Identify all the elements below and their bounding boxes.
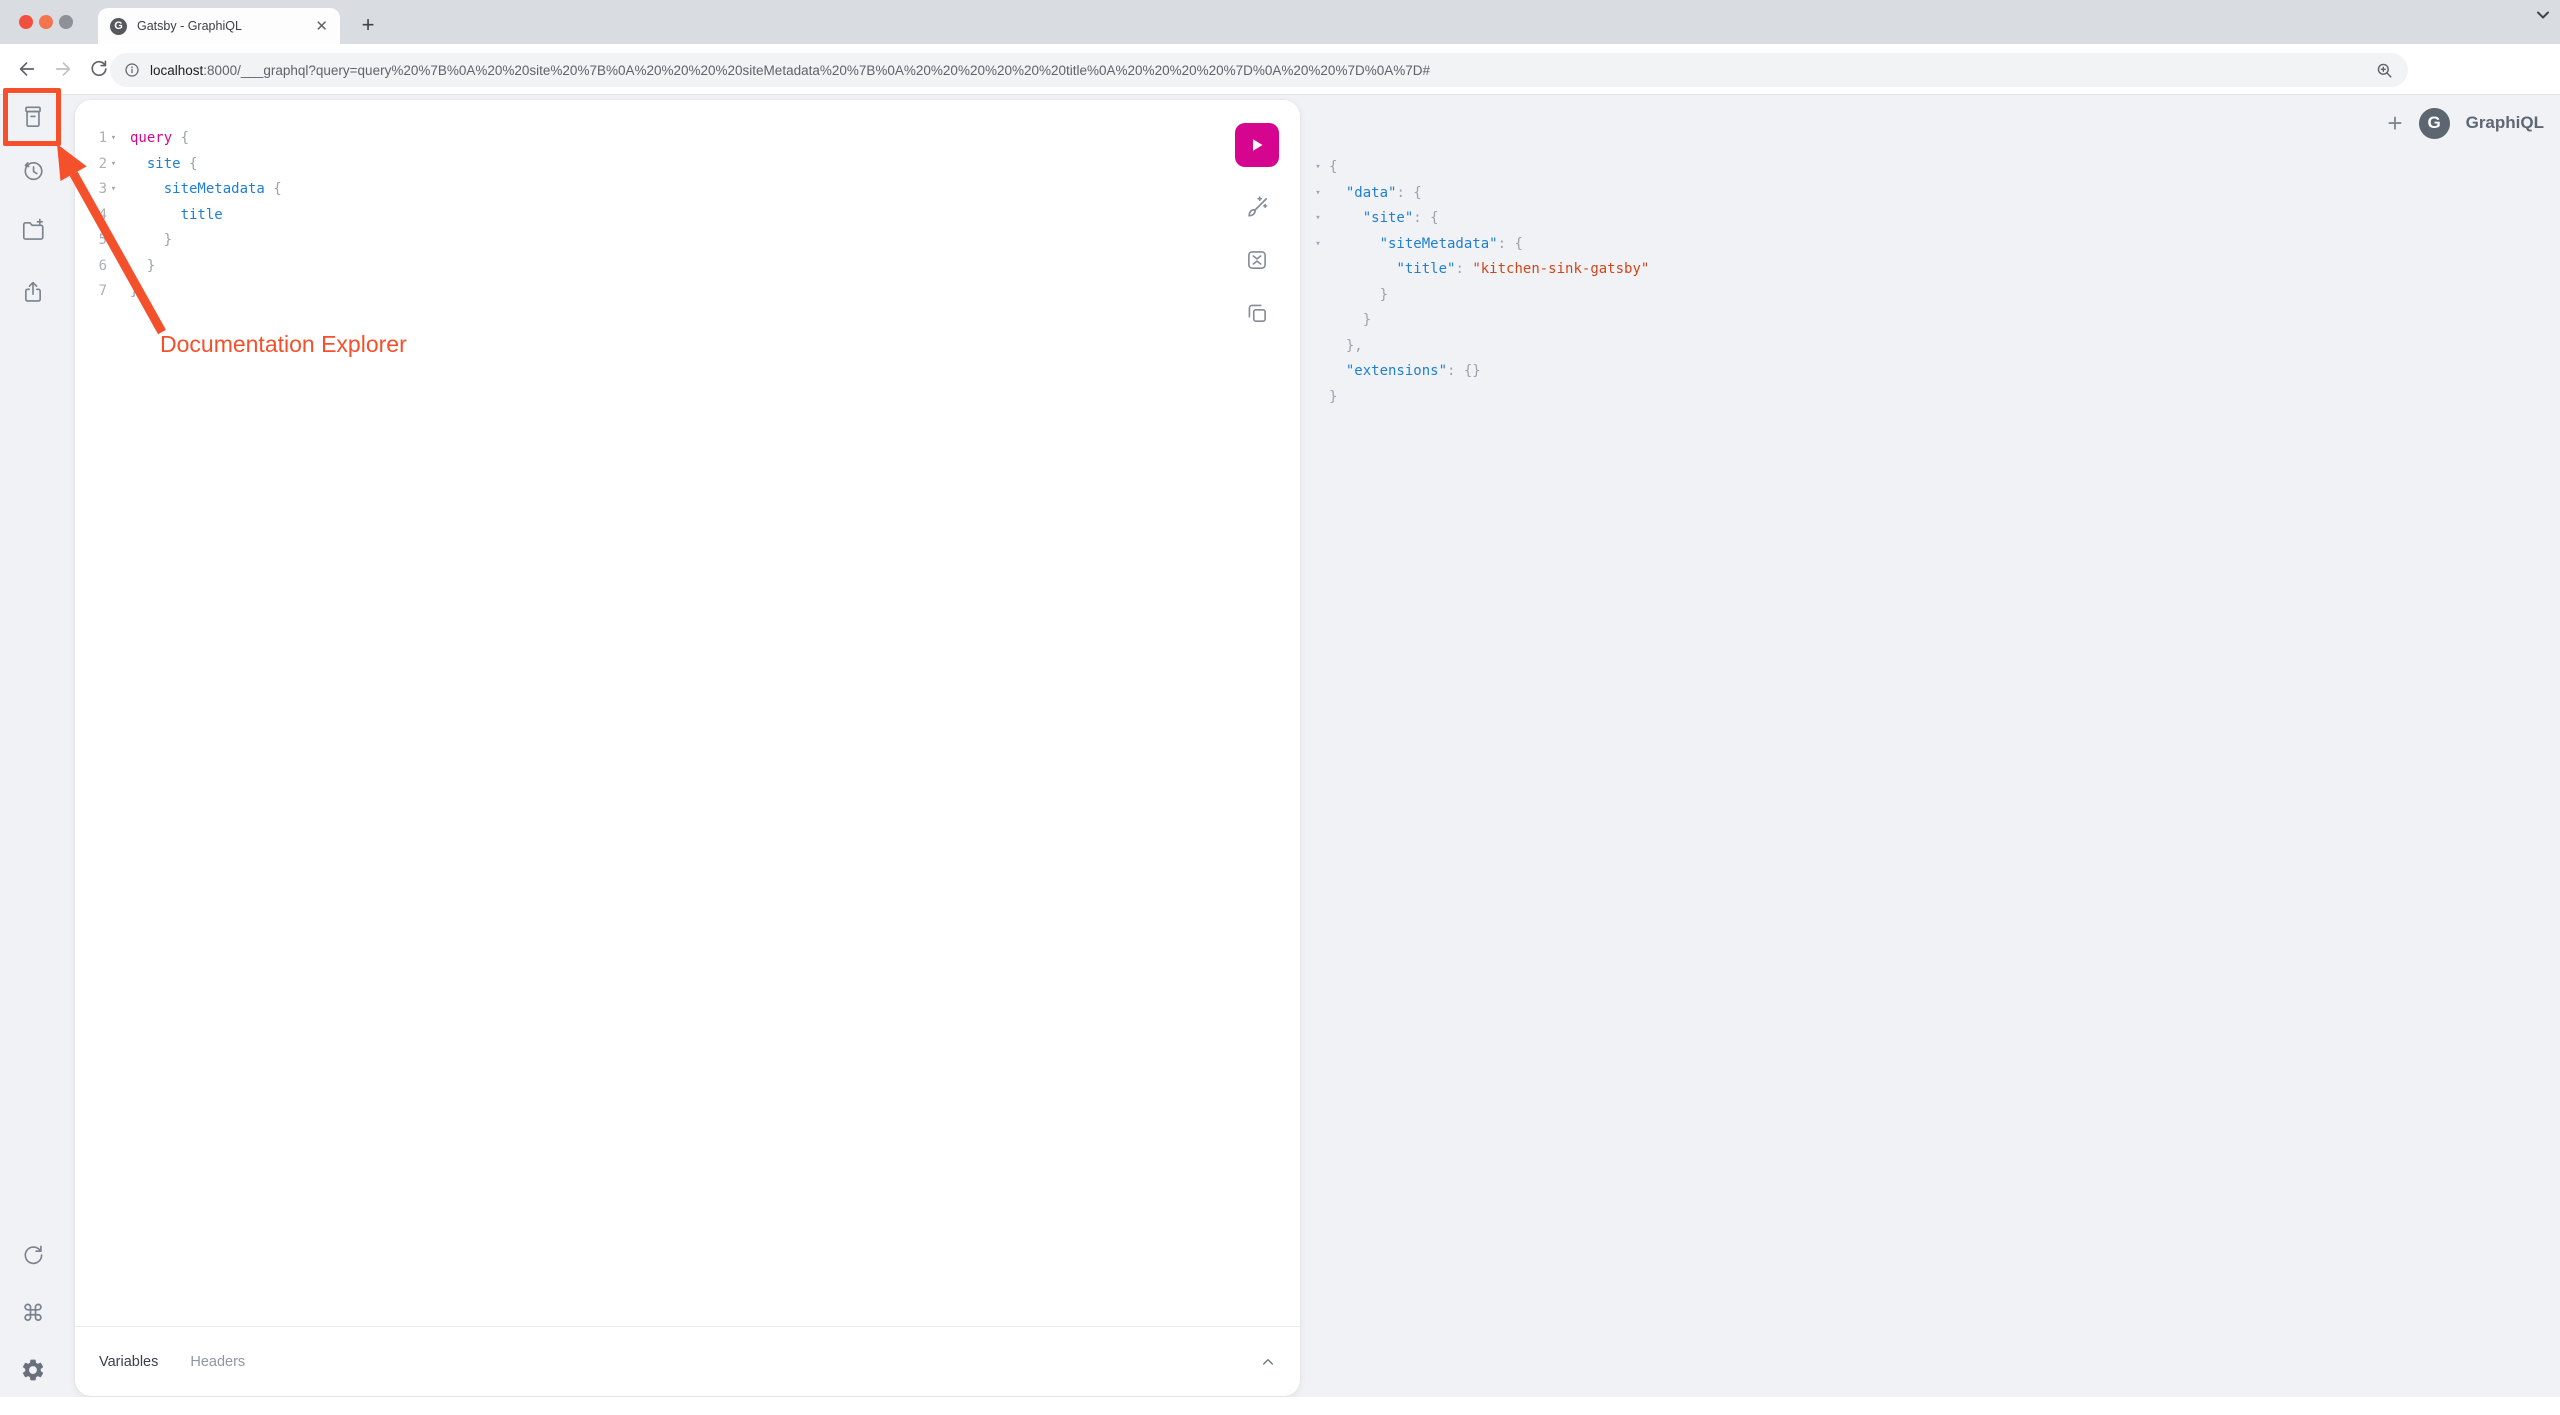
tab-search-chevron-icon[interactable] xyxy=(2534,6,2552,24)
fold-gutter xyxy=(1311,308,1325,334)
fold-gutter xyxy=(1311,359,1325,385)
line-number: 7 xyxy=(93,279,107,305)
merge-fragments-icon[interactable] xyxy=(1244,247,1270,273)
secondary-editor-bar: Variables Headers xyxy=(75,1326,1300,1396)
line-number: 3 xyxy=(93,177,107,203)
new-tab-button[interactable]: + xyxy=(352,9,384,41)
code-line: ▾ "data": { xyxy=(1311,181,1649,207)
tab-headers[interactable]: Headers xyxy=(190,1354,245,1370)
fold-gutter xyxy=(107,254,120,280)
fold-gutter xyxy=(107,279,120,305)
code-line: ▾{ xyxy=(1311,155,1649,181)
fold-arrow-icon[interactable]: ▾ xyxy=(1311,206,1325,232)
settings-icon[interactable] xyxy=(20,1357,46,1383)
annotation-highlight-box xyxy=(3,88,61,146)
line-number: 4 xyxy=(93,203,107,229)
session-header: + G GraphiQL xyxy=(2387,103,2544,143)
window-close-button[interactable] xyxy=(19,15,33,29)
tab-variables[interactable]: Variables xyxy=(99,1354,158,1370)
add-session-tab-button[interactable]: + xyxy=(2387,108,2402,139)
editor-toolbar xyxy=(1235,123,1279,326)
refetch-icon[interactable] xyxy=(20,1242,46,1268)
history-icon[interactable] xyxy=(20,157,46,183)
graphiql-logo-icon: G xyxy=(2419,108,2450,139)
code-line: 4 title xyxy=(93,203,1230,229)
code-line: 2▾ site { xyxy=(93,152,1230,178)
fold-gutter xyxy=(1311,334,1325,360)
line-number: 5 xyxy=(93,228,107,254)
query-editor-pane: 1▾query {2▾ site {3▾ siteMetadata {4 tit… xyxy=(75,100,1300,1396)
browser-tab[interactable]: G Gatsby - GraphiQL ✕ xyxy=(98,8,340,44)
window-bottom-strip xyxy=(0,1397,2560,1415)
fold-gutter xyxy=(1311,385,1325,411)
code-line: 5 } xyxy=(93,228,1230,254)
tab-title: Gatsby - GraphiQL xyxy=(137,19,309,33)
fold-gutter xyxy=(107,228,120,254)
code-line: ▾ "siteMetadata": { xyxy=(1311,232,1649,258)
share-icon[interactable] xyxy=(20,279,46,305)
chevron-up-icon[interactable] xyxy=(1260,1354,1276,1370)
browser-window: G Gatsby - GraphiQL ✕ + localhost:8000/_… xyxy=(0,0,2560,1415)
site-info-icon[interactable] xyxy=(124,62,140,78)
prettify-icon[interactable] xyxy=(1244,194,1270,220)
fold-gutter xyxy=(1311,283,1325,309)
url-text: localhost:8000/___graphql?query=query%20… xyxy=(150,63,1430,78)
code-line: 1▾query { xyxy=(93,126,1230,152)
line-number: 6 xyxy=(93,254,107,280)
code-line: }, xyxy=(1311,334,1649,360)
fold-gutter xyxy=(1311,257,1325,283)
line-number: 2 xyxy=(93,152,107,178)
fold-arrow-icon[interactable]: ▾ xyxy=(107,126,120,152)
window-minimize-button[interactable] xyxy=(39,15,53,29)
response-pane: + G GraphiQL ▾{▾ "data": {▾ "site": {▾ "… xyxy=(1305,95,2560,1397)
reload-icon[interactable] xyxy=(88,58,110,80)
code-line: ▾ "site": { xyxy=(1311,206,1649,232)
code-line: 6 } xyxy=(93,254,1230,280)
fold-arrow-icon[interactable]: ▾ xyxy=(107,177,120,203)
open-file-icon[interactable] xyxy=(20,217,46,243)
execute-query-button[interactable] xyxy=(1235,123,1279,167)
graphiql-logo-text: GraphiQL xyxy=(2466,113,2544,133)
address-bar[interactable]: localhost:8000/___graphql?query=query%20… xyxy=(110,53,2408,87)
keyboard-shortcuts-icon[interactable]: ⌘ xyxy=(20,1300,46,1326)
zoom-icon[interactable] xyxy=(2375,61,2394,80)
code-line: } xyxy=(1311,308,1649,334)
graphiql-sidebar: ⌘ xyxy=(0,95,66,1397)
code-line: "extensions": {} xyxy=(1311,359,1649,385)
fold-arrow-icon[interactable]: ▾ xyxy=(1311,232,1325,258)
annotation-label: Documentation Explorer xyxy=(160,331,407,358)
code-line: } xyxy=(1311,385,1649,411)
copy-query-icon[interactable] xyxy=(1244,300,1270,326)
line-number: 1 xyxy=(93,126,107,152)
code-line: } xyxy=(1311,283,1649,309)
play-icon xyxy=(1248,136,1266,154)
code-line: "title": "kitchen-sink-gatsby" xyxy=(1311,257,1649,283)
fold-arrow-icon[interactable]: ▾ xyxy=(1311,155,1325,181)
fold-gutter xyxy=(107,203,120,229)
fold-arrow-icon[interactable]: ▾ xyxy=(107,152,120,178)
window-maximize-button xyxy=(59,15,73,29)
browser-tab-strip: G Gatsby - GraphiQL ✕ + xyxy=(0,0,2560,44)
tab-close-icon[interactable]: ✕ xyxy=(315,17,328,35)
fold-arrow-icon[interactable]: ▾ xyxy=(1311,181,1325,207)
gatsby-favicon-icon: G xyxy=(110,18,127,35)
response-viewer: ▾{▾ "data": {▾ "site": {▾ "siteMetadata"… xyxy=(1305,155,1649,410)
query-editor[interactable]: 1▾query {2▾ site {3▾ siteMetadata {4 tit… xyxy=(75,126,1230,305)
graphiql-app: ⌘ 1▾query {2▾ site {3▾ siteMetadata {4 t… xyxy=(0,95,2560,1397)
browser-toolbar: localhost:8000/___graphql?query=query%20… xyxy=(0,44,2560,95)
forward-icon[interactable] xyxy=(52,58,74,80)
code-line: 7 } xyxy=(93,279,1230,305)
code-line: 3▾ siteMetadata { xyxy=(93,177,1230,203)
back-icon[interactable] xyxy=(16,58,38,80)
